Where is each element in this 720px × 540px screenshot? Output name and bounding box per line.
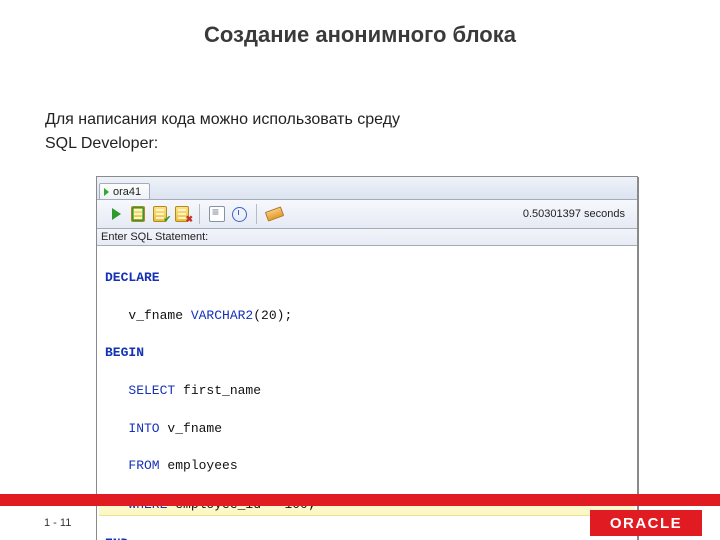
kw-from: FROM <box>105 458 160 473</box>
run-script-icon[interactable] <box>129 205 147 223</box>
prompt-label: Enter SQL Statement: <box>97 229 637 246</box>
code-text: v_fname <box>105 308 191 323</box>
footer: 1 - 11 ORACLE <box>0 506 720 540</box>
tab-label: ora41 <box>113 186 141 198</box>
code-text: v_fname <box>160 421 222 436</box>
kw-varchar2: VARCHAR2 <box>191 308 253 323</box>
sql-history-icon[interactable] <box>208 205 226 223</box>
kw-begin: BEGIN <box>105 345 144 360</box>
kw-select: SELECT <box>105 383 175 398</box>
body-line-1: Для написания кода можно использовать ср… <box>45 108 660 132</box>
slide-title: Создание анонимного блока <box>0 22 720 48</box>
execute-explain-icon[interactable] <box>230 205 248 223</box>
clear-icon[interactable] <box>265 205 283 223</box>
rollback-icon[interactable] <box>173 205 191 223</box>
page-number: 1 - 11 <box>44 517 71 529</box>
body-text: Для написания кода можно использовать ср… <box>45 108 660 156</box>
accent-bar <box>0 494 720 506</box>
toolbar-separator <box>256 204 257 224</box>
code-text: first_name <box>175 383 261 398</box>
toolbar: 0.50301397 seconds <box>97 200 637 229</box>
tab-strip: ora41 <box>97 177 637 200</box>
body-line-2: SQL Developer: <box>45 132 660 156</box>
oracle-logo: ORACLE <box>590 510 702 536</box>
run-icon[interactable] <box>107 205 125 223</box>
execution-time: 0.50301397 seconds <box>523 208 633 220</box>
code-text: employees <box>160 458 238 473</box>
code-text: (20); <box>253 308 292 323</box>
run-indicator-icon <box>104 188 109 196</box>
kw-into: INTO <box>105 421 160 436</box>
toolbar-separator <box>199 204 200 224</box>
kw-declare: DECLARE <box>105 270 160 285</box>
commit-icon[interactable] <box>151 205 169 223</box>
sqldeveloper-screenshot: ora41 0.50301397 seconds Enter SQL State… <box>96 176 638 540</box>
worksheet-tab[interactable]: ora41 <box>99 183 150 199</box>
